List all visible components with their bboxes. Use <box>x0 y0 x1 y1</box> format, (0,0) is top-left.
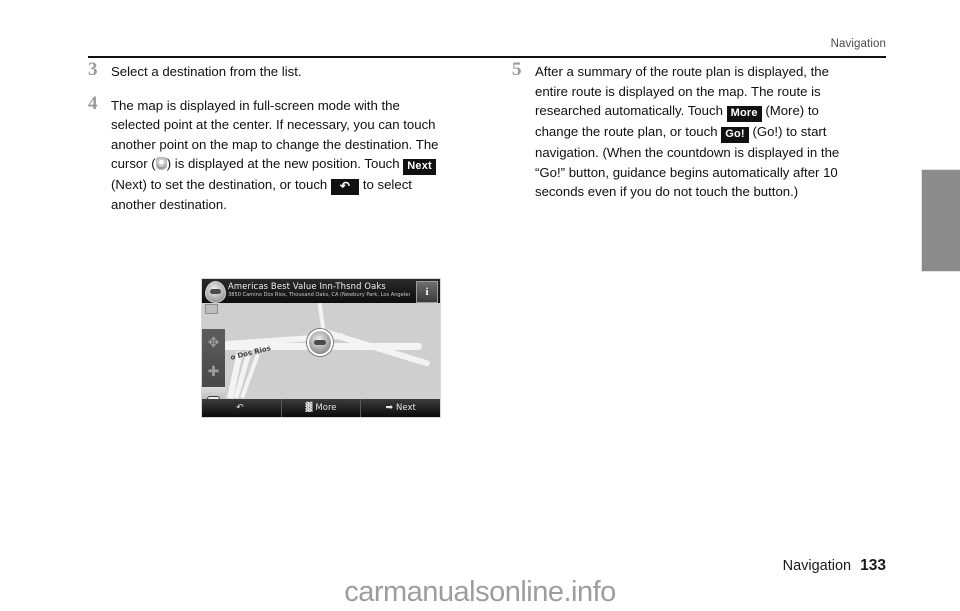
step-5: 5 After a summary of the route plan is d… <box>512 59 864 202</box>
map-more-button[interactable]: ▓ More <box>280 399 361 417</box>
zoom-out-button[interactable] <box>202 387 225 399</box>
map-more-label: More <box>315 403 337 413</box>
step-4-text: The map is displayed in full-screen mode… <box>111 96 440 215</box>
next-keycap[interactable]: Next <box>403 159 436 176</box>
page-number: 133 <box>860 557 886 574</box>
step-3: 3 Select a destination from the list. <box>88 59 440 82</box>
left-column: 3 Select a destination from the list. 4 … <box>88 59 441 418</box>
zoom-in-button[interactable]: ✚ <box>202 358 225 386</box>
header-rule <box>88 56 886 58</box>
next-arrow-icon: ➡ <box>385 403 394 413</box>
go-keycap[interactable]: Go! <box>721 127 749 144</box>
map-destination-screenshot: Americas Best Value Inn-Thsnd Oaks 3850 … <box>201 278 441 418</box>
map-tool-strip: ✥ ✚ <box>202 329 225 399</box>
map-cursor-icon <box>155 157 167 171</box>
manual-page: Navigation 3 Select a destination from t… <box>0 0 960 611</box>
right-column: 5 After a summary of the route plan is d… <box>512 59 864 215</box>
destination-cursor-marker <box>307 329 333 356</box>
step-4-part2: ) is displayed at the new position. Touc… <box>166 156 404 172</box>
poi-title: Americas Best Value Inn-Thsnd Oaks <box>228 281 386 291</box>
step-4-number: 4 <box>88 92 98 114</box>
step-5-number: 5 <box>512 59 522 80</box>
footer: Navigation 133 <box>783 557 886 575</box>
info-button[interactable]: i <box>416 281 438 303</box>
more-grid-icon: ▓ <box>305 403 313 413</box>
compass-icon <box>205 304 218 314</box>
step-4-part3: (Next) to set the destination, or touch <box>111 177 331 193</box>
section-edge-tab <box>921 169 960 272</box>
poi-marker-icon <box>205 281 226 303</box>
back-arrow-keycap[interactable]: ↶ <box>330 179 360 196</box>
footer-section: Navigation <box>782 558 852 574</box>
watermark: carmanualsonline.info <box>344 576 616 608</box>
step-4: 4 The map is displayed in full-screen mo… <box>88 92 440 215</box>
map-header-bar: Americas Best Value Inn-Thsnd Oaks 3850 … <box>202 279 440 304</box>
map-next-label: Next <box>396 403 416 413</box>
back-arrow-icon: ↶ <box>236 403 244 413</box>
step-5-text: After a summary of the route plan is dis… <box>535 62 864 202</box>
map-canvas[interactable]: ✥ ✚ o Dos Rios <box>202 303 440 399</box>
map-back-button[interactable]: ↶ <box>202 399 281 417</box>
map-next-button[interactable]: ➡ Next <box>360 399 440 417</box>
more-keycap[interactable]: More <box>726 106 762 123</box>
map-button-bar: ↶ ▓ More ➡ Next <box>202 399 440 417</box>
step-3-number: 3 <box>88 59 98 80</box>
step-3-text: Select a destination from the list. <box>111 64 302 79</box>
pan-tool-button[interactable]: ✥ <box>202 329 225 357</box>
poi-address: 3850 Camino Dos Rios, Thousand Oaks, CA … <box>228 291 410 298</box>
header-section-label: Navigation <box>830 38 886 50</box>
